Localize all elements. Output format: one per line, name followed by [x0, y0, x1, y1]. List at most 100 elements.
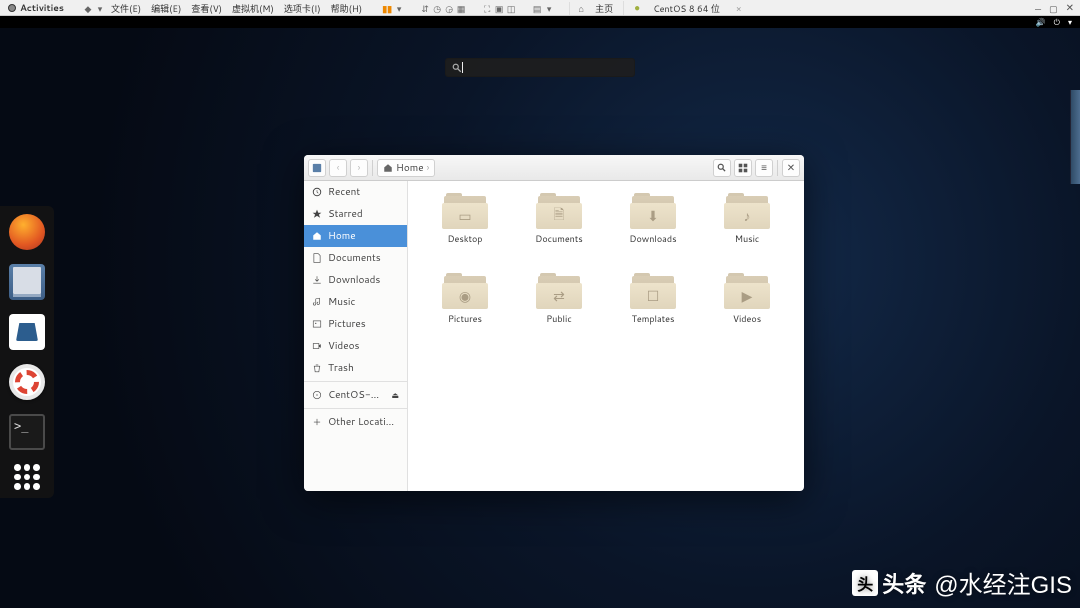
library-dropdown-icon[interactable]: ▾: [543, 2, 555, 15]
folder-icon: ◉: [442, 273, 488, 309]
dock-terminal[interactable]: >_: [9, 414, 45, 450]
host-window-controls: — ▢ ✕: [1035, 0, 1074, 16]
home-icon[interactable]: ◆: [82, 2, 94, 15]
folder-icon: ⇄: [536, 273, 582, 309]
volume-icon[interactable]: 🔊: [1036, 16, 1046, 28]
sidebar-divider: [304, 408, 407, 409]
power-icon[interactable]: ⏻: [1054, 16, 1060, 28]
menu-help[interactable]: 帮助(H): [326, 2, 368, 15]
sidebar-item-videos[interactable]: Videos: [304, 335, 407, 357]
folder-label: Downloads: [629, 232, 676, 245]
close-icon[interactable]: ✕: [1066, 1, 1074, 15]
fit-icon[interactable]: ⛶: [481, 2, 493, 15]
hamburger-button[interactable]: ≡: [755, 159, 773, 177]
menu-edit[interactable]: 编辑(E): [146, 2, 186, 15]
menu-view[interactable]: 查看(V): [186, 2, 227, 15]
sidebar-item-disc[interactable]: CentOS-8-2...⏏: [304, 384, 407, 406]
vm-status-icon: ●: [629, 1, 645, 15]
folder-music[interactable]: ♪ Music: [702, 193, 792, 267]
dock-help[interactable]: [9, 364, 45, 400]
gnome-system-tray[interactable]: 🔊 ⏻ ▾: [1036, 16, 1072, 28]
path-bar[interactable]: Home ›: [377, 159, 435, 177]
house-icon: ⌂: [575, 2, 587, 15]
pause-icon[interactable]: ▮▮: [381, 2, 393, 15]
folder-label: Documents: [535, 232, 582, 245]
menu-vm[interactable]: 虚拟机(M): [227, 2, 279, 15]
activities-corner[interactable]: Activities: [0, 1, 72, 14]
sidebar-item-documents[interactable]: Documents: [304, 247, 407, 269]
home-icon: [383, 163, 393, 173]
library-icon[interactable]: ▤: [531, 2, 543, 15]
sidebar-item-recent[interactable]: Recent: [304, 181, 407, 203]
separator: [777, 160, 778, 176]
folder-label: Videos: [733, 312, 761, 325]
tab-vm[interactable]: ●CentOS 8 64 位×: [623, 1, 751, 15]
dropdown-icon[interactable]: ▾: [94, 2, 106, 15]
sidebar-item-home[interactable]: Home: [304, 225, 407, 247]
separator: [372, 160, 373, 176]
folder-documents[interactable]: 🗎 Documents: [514, 193, 604, 267]
desktop: >_ ‹ › Home › ≡ ✕ Recent Starred: [0, 28, 1080, 608]
close-tab-icon[interactable]: ×: [731, 2, 747, 15]
folder-public[interactable]: ⇄ Public: [514, 273, 604, 347]
folder-icon: ♪: [724, 193, 770, 229]
folder-grid: ▭Desktop 🗎 Documents ⬇Downloads ♪ Music ◉ Pictu…: [408, 181, 804, 491]
forward-button[interactable]: ›: [350, 159, 368, 177]
activities-search[interactable]: [445, 58, 635, 77]
workspace-peek[interactable]: [1070, 90, 1080, 184]
sidebar-item-trash[interactable]: Trash: [304, 357, 407, 379]
app-menu-button[interactable]: [308, 159, 326, 177]
watermark-handle: @水经注GIS: [934, 565, 1072, 600]
dock: >_: [0, 206, 54, 498]
watermark-brand: 头 头条: [852, 567, 926, 599]
eject-icon[interactable]: ⏏: [391, 389, 399, 401]
fullscreen-icon[interactable]: ▣: [493, 2, 505, 15]
maximize-icon[interactable]: ▢: [1049, 2, 1058, 15]
sidebar-item-pictures[interactable]: Pictures: [304, 313, 407, 335]
snapshot-icon[interactable]: ◷: [431, 2, 443, 15]
sidebar-item-other-locations[interactable]: Other Locations: [304, 411, 407, 433]
dock-show-applications[interactable]: [14, 464, 40, 490]
folder-label: Templates: [632, 312, 675, 325]
sidebar-item-downloads[interactable]: Downloads: [304, 269, 407, 291]
tab-home[interactable]: ⌂主页: [569, 2, 623, 15]
folder-videos[interactable]: ▶ Videos: [702, 273, 792, 347]
folder-downloads[interactable]: ⬇Downloads: [608, 193, 698, 267]
folder-icon: ▶: [724, 273, 770, 309]
search-icon: [452, 63, 462, 73]
files-window: ‹ › Home › ≡ ✕ Recent Starred Home Docum…: [304, 155, 804, 491]
snapshot-manage-icon[interactable]: ◶: [443, 2, 455, 15]
folder-templates[interactable]: ☐Templates: [608, 273, 698, 347]
search-button[interactable]: [713, 159, 731, 177]
folder-icon: 🗎: [536, 193, 582, 229]
view-toggle-button[interactable]: [734, 159, 752, 177]
watermark: 头 头条 @水经注GIS: [852, 565, 1072, 600]
gnome-topbar: 🔊 ⏻ ▾: [0, 16, 1080, 28]
search-input[interactable]: [467, 62, 628, 73]
toutiao-icon: 头: [852, 570, 878, 596]
chevron-down-icon[interactable]: ▾: [1068, 16, 1072, 28]
dock-files[interactable]: [9, 264, 45, 300]
folder-label: Pictures: [448, 312, 482, 325]
connect-icon[interactable]: ⇵: [419, 2, 431, 15]
thumbnail-icon[interactable]: ▦: [455, 2, 467, 15]
sidebar-divider: [304, 381, 407, 382]
toolbar-dropdown-icon[interactable]: ▾: [393, 2, 405, 15]
folder-label: Public: [546, 312, 571, 325]
sidebar-item-music[interactable]: Music: [304, 291, 407, 313]
window-close-button[interactable]: ✕: [782, 159, 800, 177]
folder-desktop[interactable]: ▭Desktop: [420, 193, 510, 267]
sidebar: Recent Starred Home Documents Downloads …: [304, 181, 408, 491]
back-button[interactable]: ‹: [329, 159, 347, 177]
unity-icon[interactable]: ◫: [505, 2, 517, 15]
menu-tab[interactable]: 选项卡(I): [279, 2, 326, 15]
dock-software[interactable]: [9, 314, 45, 350]
menu-file[interactable]: 文件(E): [106, 2, 146, 15]
folder-pictures[interactable]: ◉ Pictures: [420, 273, 510, 347]
folder-icon: ▭: [442, 193, 488, 229]
sidebar-item-starred[interactable]: Starred: [304, 203, 407, 225]
minimize-icon[interactable]: —: [1035, 2, 1041, 15]
host-menu-bar: ◆ ▾ 文件(E) 编辑(E) 查看(V) 虚拟机(M) 选项卡(I) 帮助(H…: [82, 0, 1080, 16]
folder-label: Music: [735, 232, 760, 245]
dock-firefox[interactable]: [9, 214, 45, 250]
